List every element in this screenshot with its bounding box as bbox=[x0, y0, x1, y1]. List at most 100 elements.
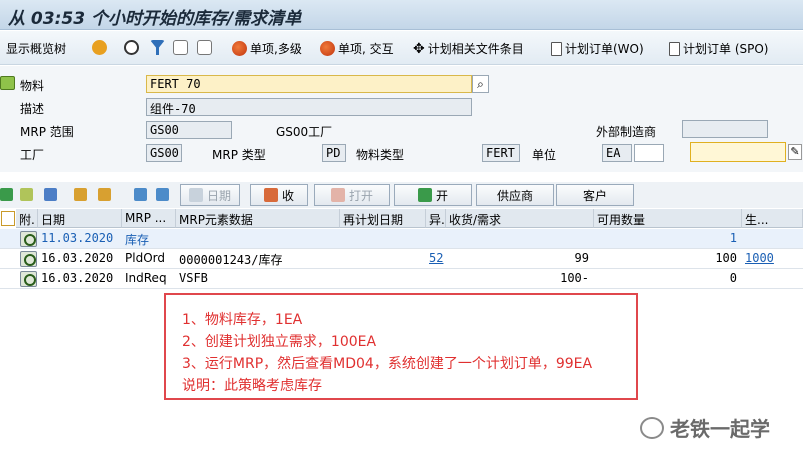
mrp-area-plant-text: GS00工厂 bbox=[276, 125, 333, 139]
edit-icon[interactable]: ✎ bbox=[788, 144, 802, 160]
annotation-line-4: 说明：此策略考虑库存 bbox=[182, 378, 322, 394]
vendor-button[interactable]: 供应商 bbox=[476, 184, 554, 206]
material-label: 物料 bbox=[20, 79, 45, 93]
col-header-available-qty[interactable]: 可用数量 bbox=[594, 209, 742, 228]
application-toolbar: 显示概览树 单项,多级 单项, 交互 ✥ 计划相关文件条目 计划订单(WO) 计… bbox=[0, 31, 803, 65]
plant-field: GS00 bbox=[146, 144, 182, 162]
row-mrp-element: IndReq bbox=[125, 271, 167, 285]
col-header-reschedule-date[interactable]: 再计划日期 bbox=[340, 209, 426, 228]
sort-up-icon[interactable] bbox=[156, 188, 169, 201]
single-multilevel-label: 单项,多级 bbox=[250, 42, 302, 56]
row-available-qty: 0 bbox=[729, 271, 737, 285]
row-mrp-element: PldOrd bbox=[125, 251, 165, 265]
row-available-qty: 100 bbox=[715, 251, 737, 265]
open-button[interactable]: 打开 bbox=[314, 184, 390, 206]
deselect-all-icon[interactable] bbox=[98, 188, 111, 201]
receipt-button[interactable]: 收 bbox=[250, 184, 308, 206]
watermark: 老铁一起学 bbox=[640, 413, 770, 442]
issue-button[interactable]: 开 bbox=[394, 184, 472, 206]
mountain-icon[interactable] bbox=[92, 40, 107, 55]
planning-file-entry-icon: ✥ bbox=[413, 40, 425, 57]
table-row[interactable]: 16.03.2020 PldOrd 0000001243/库存 52 99 10… bbox=[0, 249, 803, 269]
customer-button[interactable]: 客户 bbox=[556, 184, 634, 206]
plant-label: 工厂 bbox=[20, 148, 45, 162]
col-header-exception[interactable]: 异. bbox=[426, 209, 446, 228]
sort-down-icon[interactable] bbox=[134, 188, 147, 201]
material-type-field: FERT bbox=[482, 144, 520, 162]
planning-file-entry-label: 计划相关文件条目 bbox=[427, 42, 524, 56]
detail-icon[interactable] bbox=[20, 271, 37, 287]
wechat-icon bbox=[640, 416, 664, 439]
document-icon bbox=[669, 41, 680, 56]
network-icon[interactable] bbox=[173, 40, 188, 55]
row-exception-link[interactable]: 52 bbox=[426, 249, 448, 269]
table-row[interactable]: 11.03.2020 库存 1 bbox=[0, 229, 803, 249]
expand-icon[interactable] bbox=[0, 188, 13, 201]
planned-order-spo-label: 计划订单 (SPO) bbox=[683, 42, 769, 56]
col-header-date[interactable]: 日期 bbox=[38, 209, 122, 228]
stock-requirements-grid: 附. 日期 MRP ... MRP元素数据 再计划日期 异. 收货/需求 可用数… bbox=[0, 209, 803, 291]
single-interactive-icon bbox=[320, 41, 335, 56]
material-field[interactable]: FERT 70 bbox=[146, 75, 472, 93]
row-date: 16.03.2020 bbox=[41, 251, 114, 265]
filter-icon[interactable] bbox=[150, 40, 165, 55]
col-header-receipt-requirement[interactable]: 收货/需求 bbox=[446, 209, 594, 228]
col-header-mrp-element[interactable]: MRP ... bbox=[122, 209, 176, 228]
unit-field: EA bbox=[602, 144, 632, 162]
row-production-link[interactable]: 1000 bbox=[742, 249, 803, 269]
customer-button-label: 客户 bbox=[582, 188, 607, 203]
issue-button-label: 开 bbox=[435, 188, 448, 203]
document-icon bbox=[551, 41, 562, 56]
collapse-icon[interactable] bbox=[20, 188, 33, 201]
description-label: 描述 bbox=[20, 102, 45, 116]
grid-button-bar: 日期 收 打开 开 供应商 客户 bbox=[0, 182, 803, 208]
detail-icon[interactable] bbox=[20, 251, 37, 267]
row-element-data: VSFB bbox=[179, 271, 208, 285]
row-element-data: 0000001243/库存 bbox=[179, 253, 283, 267]
open-button-label: 打开 bbox=[348, 188, 373, 203]
watermark-text: 老铁一起学 bbox=[670, 417, 770, 441]
planning-file-entry-button[interactable]: ✥ 计划相关文件条目 bbox=[413, 40, 524, 57]
col-header-mrp-element-data[interactable]: MRP元素数据 bbox=[176, 209, 340, 228]
row-mrp-element: 库存 bbox=[125, 233, 150, 247]
external-procurement-field bbox=[682, 120, 768, 138]
date-icon bbox=[188, 188, 203, 202]
date-button-label: 日期 bbox=[206, 188, 231, 203]
planned-order-wo-button[interactable]: 计划订单(WO) bbox=[551, 40, 644, 57]
row-receipt-qty bbox=[446, 229, 592, 249]
planned-order-spo-button[interactable]: 计划订单 (SPO) bbox=[669, 40, 768, 57]
page-title: 从 03:53 个小时开始的库存/需求清单 bbox=[8, 9, 302, 29]
pencil-icon[interactable] bbox=[44, 188, 57, 201]
col-header-production[interactable]: 生... bbox=[742, 209, 803, 228]
show-overview-tree-button[interactable]: 显示概览树 bbox=[6, 40, 66, 57]
detail-icon[interactable] bbox=[20, 231, 37, 247]
show-overview-tree-label: 显示概览树 bbox=[6, 42, 67, 56]
annotation-line-2: 2、创建计划独立需求，100EA bbox=[182, 334, 377, 350]
header-area: 物料 FERT 70 ⌕ 描述 组件-70 MRP 范围 GS00 GS00工厂… bbox=[0, 66, 803, 172]
unit-label: 单位 bbox=[532, 148, 557, 162]
vendor-button-label: 供应商 bbox=[496, 188, 533, 203]
row-receipt-qty: 99 bbox=[574, 251, 589, 265]
planned-order-wo-label: 计划订单(WO) bbox=[565, 42, 644, 56]
calendar-icon[interactable] bbox=[197, 40, 212, 55]
select-all-icon[interactable] bbox=[74, 188, 87, 201]
receipt-button-label: 收 bbox=[281, 188, 294, 203]
layout-icon[interactable] bbox=[1, 211, 15, 226]
col-header-attachment[interactable]: 附. bbox=[16, 209, 38, 228]
single-multilevel-button[interactable]: 单项,多级 bbox=[232, 40, 302, 57]
unit-extra-field[interactable] bbox=[634, 144, 664, 162]
material-folder-icon[interactable] bbox=[0, 76, 15, 90]
receipt-icon bbox=[263, 188, 278, 202]
single-interactive-button[interactable]: 单项, 交互 bbox=[320, 40, 394, 57]
date-button[interactable]: 日期 bbox=[180, 184, 240, 206]
refresh-icon[interactable] bbox=[124, 40, 139, 55]
open-icon bbox=[330, 188, 345, 202]
table-row[interactable]: 16.03.2020 IndReq VSFB 100- 0 bbox=[0, 269, 803, 289]
toggle-field[interactable] bbox=[690, 142, 786, 162]
search-icon[interactable]: ⌕ bbox=[472, 75, 489, 93]
material-type-label: 物料类型 bbox=[356, 148, 405, 162]
external-procurement-label: 外部制造商 bbox=[596, 125, 657, 139]
title-bar: 从 03:53 个小时开始的库存/需求清单 bbox=[0, 0, 803, 30]
row-date: 16.03.2020 bbox=[41, 271, 114, 285]
row-element-data bbox=[176, 229, 340, 249]
